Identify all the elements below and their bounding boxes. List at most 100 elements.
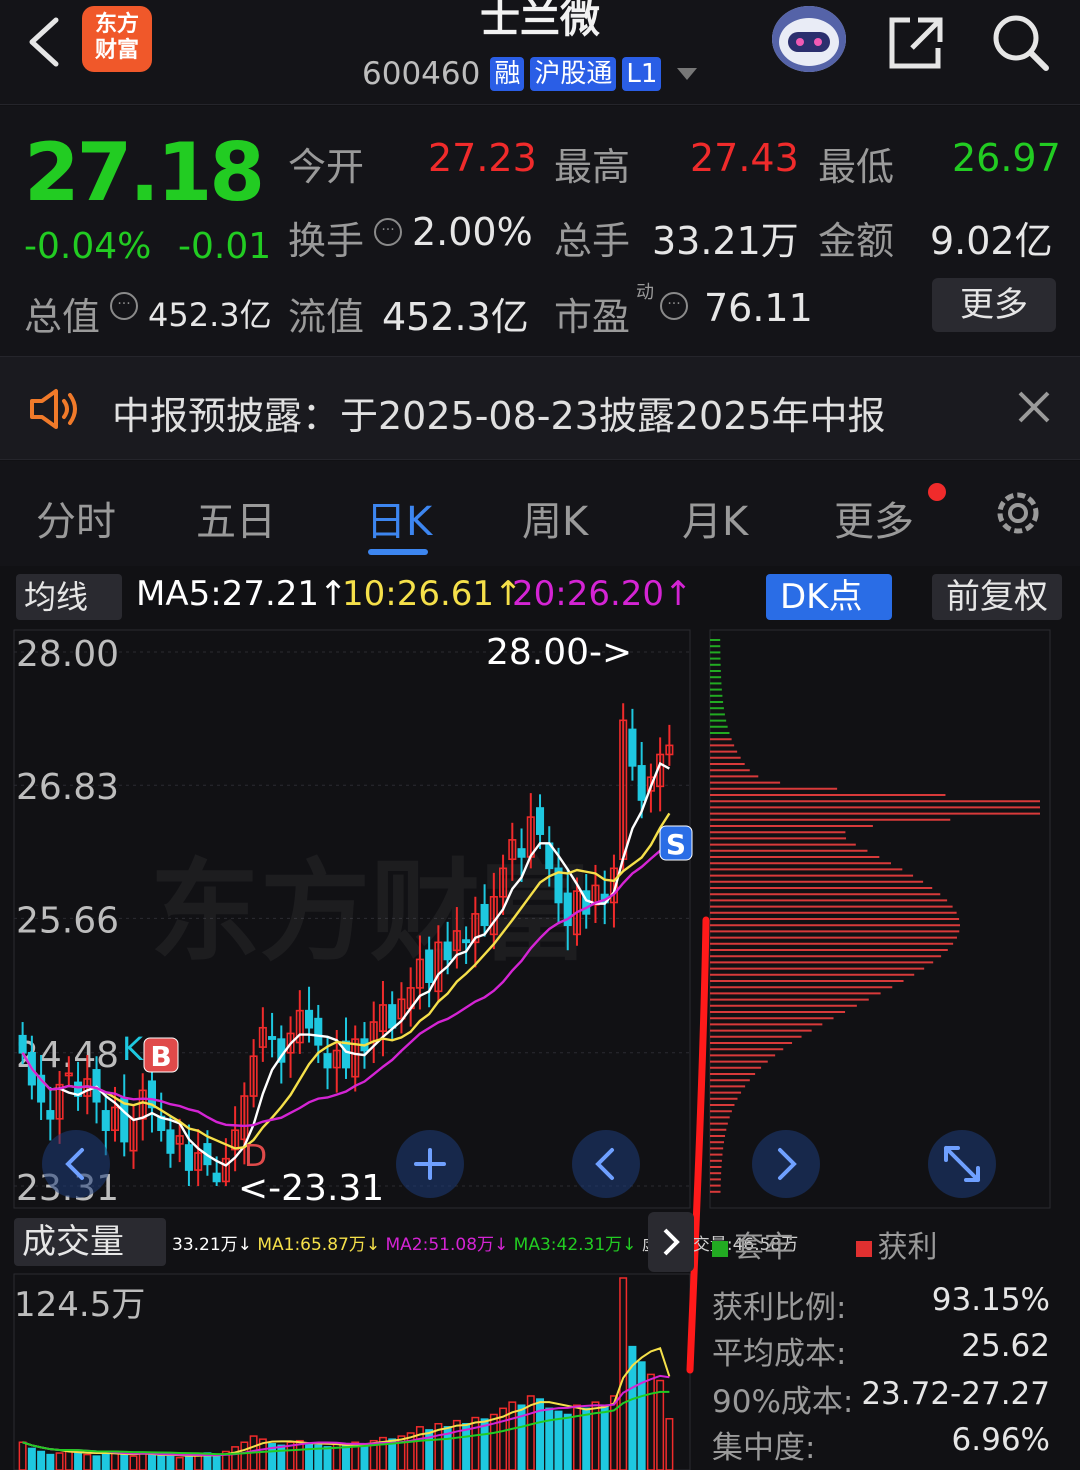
candle-body — [388, 1004, 397, 1029]
dk-point-button[interactable]: DK点 — [766, 574, 892, 620]
float-mv-label: 流值 — [288, 295, 365, 339]
volume-bar — [27, 1447, 36, 1470]
pe-dynamic-mark: 动 — [636, 282, 654, 303]
connect-tag: 沪股通 — [530, 57, 617, 91]
tab-intraday[interactable]: 分时 — [36, 489, 116, 547]
change-amount: -0.01 — [178, 226, 272, 267]
pe-value: 76.11 — [704, 286, 813, 330]
ma-toolbar: 均线 MA5:27.21↑ 10:26.61↑ 20:26.20↑ DK点 前复… — [0, 566, 1080, 628]
volume-toolbar: 成交量 33.21万↓ MA1:65.87万↓ MA2:51.08万↓ MA3:… — [0, 1214, 798, 1270]
volume-bar — [175, 1456, 184, 1470]
total-mv-value: 452.3亿 — [148, 296, 272, 334]
volume-bar — [55, 1452, 64, 1470]
candle-body — [628, 728, 637, 767]
volume-bar — [92, 1455, 101, 1470]
volume-bar — [184, 1455, 193, 1470]
volume-bar — [305, 1443, 314, 1470]
volume-bar — [46, 1453, 55, 1470]
open-value: 27.23 — [428, 136, 537, 180]
high-label: 最高 — [554, 145, 631, 189]
volume-bar — [323, 1446, 332, 1470]
y-tick-label: 28.00 — [16, 634, 119, 675]
candle-body — [517, 848, 526, 858]
open-label: 今开 — [288, 145, 365, 189]
change-percent: -0.04% — [24, 226, 152, 267]
candle-body — [314, 1017, 323, 1046]
ma5-label: MA5:27.21↑ — [136, 574, 348, 614]
volume-ma3: MA3:42.31万↓ — [513, 1235, 637, 1255]
volume-bar — [656, 1379, 665, 1470]
profit-label: 获利 — [877, 1230, 938, 1265]
tab-five-day[interactable]: 五日 — [196, 489, 276, 547]
announcement-bar[interactable]: 中报预披露：于2025-08-23披露2025年中报 — [0, 356, 1080, 460]
period-low-marker: <-23.31 — [238, 1168, 384, 1209]
volume-bar — [471, 1416, 480, 1470]
volume-value: 33.21万 — [652, 219, 799, 263]
candle-body — [480, 903, 489, 927]
k-marker: K — [122, 1030, 144, 1068]
tab-daily-k[interactable]: 日K — [366, 489, 432, 547]
quote-panel: 27.18 -0.04% -0.01 今开 27.23 最高 27.43 最低 … — [0, 106, 1080, 356]
tab-more[interactable]: 更多 — [834, 489, 914, 547]
notification-dot — [928, 483, 946, 501]
volume-bar — [129, 1455, 138, 1470]
volume-indicator-select[interactable]: 成交量 — [14, 1218, 166, 1266]
volume-bar — [74, 1450, 83, 1470]
level-tag: L1 — [622, 57, 662, 91]
candle-body — [184, 1144, 193, 1171]
volume-ma1-line — [22, 1347, 671, 1457]
volume-legend: 33.21万↓ MA1:65.87万↓ MA2:51.08万↓ MA3:42.3… — [172, 1230, 798, 1255]
search-icon[interactable] — [988, 10, 1052, 74]
stock-code-row[interactable]: 600460 融 沪股通 L1 — [362, 54, 698, 94]
cost-row-90pct: 90%成本: 23.72-27.27 — [712, 1376, 1050, 1420]
adjust-mode-button[interactable]: 前复权 — [932, 574, 1062, 620]
info-dots-icon[interactable]: ··· — [110, 292, 138, 320]
candle-body — [166, 1129, 175, 1154]
chevron-left-icon-button — [572, 1130, 640, 1198]
candle-body — [535, 807, 545, 835]
volume-bar — [157, 1455, 166, 1470]
expand-panel-button[interactable] — [648, 1212, 694, 1272]
tab-monthly-k[interactable]: 月K — [682, 489, 748, 547]
candle-body — [425, 949, 434, 983]
volume-bar — [637, 1361, 646, 1470]
gear-icon[interactable] — [990, 485, 1046, 541]
volume-bar — [83, 1453, 92, 1470]
volume-bar — [166, 1453, 175, 1470]
cost-row-average: 平均成本: 25.62 — [712, 1328, 1050, 1372]
candle-body — [18, 1034, 27, 1054]
low-value: 26.97 — [952, 136, 1061, 180]
volume-bar — [231, 1446, 240, 1470]
volume-bar — [646, 1373, 655, 1470]
trapped-swatch — [712, 1241, 728, 1257]
indicator-select[interactable]: 均线 — [16, 574, 122, 620]
candle-body — [305, 1009, 314, 1029]
volume-bar — [563, 1413, 572, 1470]
volume-bar — [18, 1441, 27, 1470]
back-arrow-icon[interactable] — [22, 14, 66, 70]
candle-body — [46, 1110, 55, 1120]
app-logo[interactable]: 东方 财富 — [82, 6, 152, 72]
turnover-value: 2.00% — [412, 210, 533, 254]
amount-value: 9.02亿 — [930, 219, 1053, 263]
turnover-label: 换手 — [288, 219, 365, 263]
volume-bar — [360, 1443, 369, 1470]
chevron-down-icon[interactable] — [677, 68, 698, 80]
candle-body — [101, 1110, 110, 1132]
close-icon[interactable] — [1014, 387, 1054, 427]
info-dots-icon[interactable]: ··· — [374, 218, 402, 246]
chart-period-tabs: 分时 五日 日K 周K 月K 更多 — [0, 461, 1080, 566]
more-quote-button[interactable]: 更多 — [932, 278, 1056, 332]
trapped-label: 套牢 — [734, 1230, 794, 1265]
assistant-robot-icon[interactable] — [772, 6, 846, 72]
amount-label: 金额 — [818, 219, 895, 263]
candle-body — [341, 1040, 351, 1069]
share-icon[interactable] — [884, 10, 948, 74]
tab-weekly-k[interactable]: 周K — [522, 489, 588, 547]
volume-max-label: 124.5万 — [14, 1285, 145, 1325]
info-dots-icon[interactable]: ··· — [660, 292, 688, 320]
volume-bar — [212, 1455, 221, 1470]
candle-body — [212, 1172, 221, 1183]
volume-bar — [452, 1419, 461, 1470]
volume-bar — [138, 1452, 147, 1470]
